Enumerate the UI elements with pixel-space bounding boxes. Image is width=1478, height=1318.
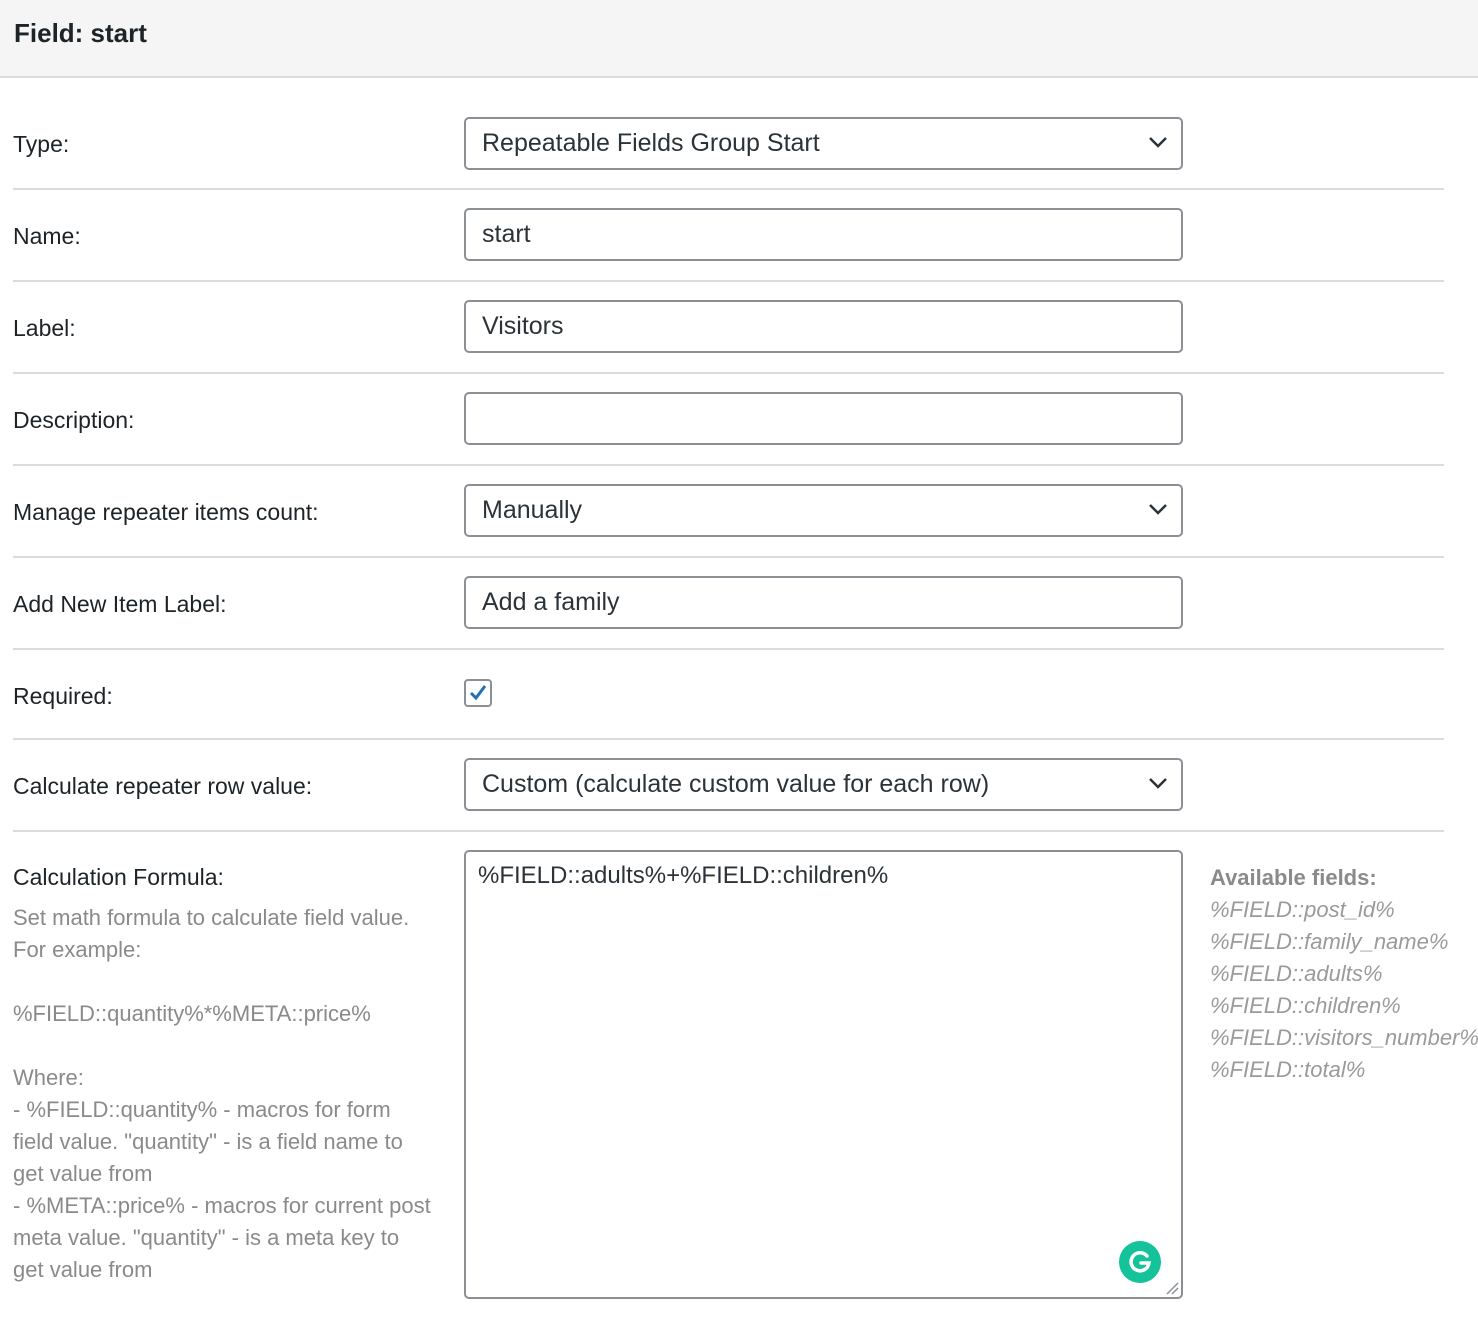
- available-field-item: %FIELD::total%: [1210, 1057, 1366, 1082]
- type-label: Type:: [13, 131, 70, 157]
- formula-desc-line: %FIELD::quantity%*%META::price%: [13, 1001, 371, 1026]
- available-field-item: %FIELD::post_id%: [1210, 897, 1395, 922]
- new-item-label-input[interactable]: Add a family: [464, 576, 1183, 629]
- label-input[interactable]: Visitors: [464, 300, 1183, 353]
- formula-desc-line: get value from: [13, 1257, 153, 1282]
- type-select-value: Repeatable Fields Group Start: [482, 129, 820, 157]
- row-description: Description:: [13, 374, 1444, 466]
- formula-desc-line: - %FIELD::quantity% - macros for form: [13, 1097, 391, 1122]
- type-select[interactable]: Repeatable Fields Group Start: [464, 117, 1183, 170]
- formula-desc-line: Set math formula to calculate field valu…: [13, 905, 410, 930]
- field-header: Field: start: [0, 0, 1478, 78]
- required-label: Required:: [13, 683, 113, 709]
- row-new-item-label: Add New Item Label: Add a family: [13, 558, 1444, 650]
- formula-label: Calculation Formula:: [13, 864, 224, 890]
- manage-count-select[interactable]: Manually: [464, 484, 1183, 537]
- chevron-down-icon: [1149, 137, 1167, 148]
- formula-description: Set math formula to calculate field valu…: [13, 902, 453, 1286]
- description-label: Description:: [13, 407, 135, 433]
- checkmark-icon: [469, 685, 487, 701]
- available-field-item: %FIELD::children%: [1210, 993, 1401, 1018]
- grammarly-icon[interactable]: [1119, 1241, 1161, 1283]
- calc-row-value: Custom (calculate custom value for each …: [482, 770, 990, 798]
- name-input[interactable]: start: [464, 208, 1183, 261]
- calc-row-select[interactable]: Custom (calculate custom value for each …: [464, 758, 1183, 811]
- available-field-item: %FIELD::family_name%: [1210, 929, 1449, 954]
- name-label: Name:: [13, 223, 81, 249]
- manage-count-label: Manage repeater items count:: [13, 499, 319, 525]
- formula-desc-line: field value. "quantity" - is a field nam…: [13, 1129, 403, 1154]
- formula-desc-line: [13, 1030, 453, 1062]
- formula-value: %FIELD::adults%+%FIELD::children%: [478, 862, 889, 889]
- field-title: Field: start: [14, 18, 147, 48]
- calc-row-label: Calculate repeater row value:: [13, 773, 313, 799]
- description-input[interactable]: [464, 392, 1183, 445]
- manage-count-value: Manually: [482, 496, 583, 524]
- row-label: Label: Visitors: [13, 282, 1444, 374]
- row-required: Required:: [13, 650, 1444, 740]
- row-manage-count: Manage repeater items count: Manually: [13, 466, 1444, 558]
- new-item-label-label: Add New Item Label:: [13, 591, 227, 617]
- chevron-down-icon: [1149, 778, 1167, 789]
- formula-desc-line: meta value. "quantity" - is a meta key t…: [13, 1225, 400, 1250]
- formula-desc-line: get value from: [13, 1161, 153, 1186]
- row-type: Type: Repeatable Fields Group Start: [13, 100, 1444, 190]
- grammarly-g-icon: [1129, 1251, 1152, 1273]
- resize-handle-icon[interactable]: [1165, 1281, 1179, 1295]
- label-label: Label:: [13, 315, 76, 341]
- formula-desc-line: - %META::price% - macros for current pos…: [13, 1193, 431, 1218]
- formula-desc-line: For example:: [13, 937, 142, 962]
- formula-textarea[interactable]: %FIELD::adults%+%FIELD::children%: [464, 850, 1183, 1299]
- row-name: Name: start: [13, 190, 1444, 282]
- row-calc-row: Calculate repeater row value: Custom (ca…: [13, 740, 1444, 832]
- available-field-item: %FIELD::visitors_number%: [1210, 1025, 1478, 1050]
- chevron-down-icon: [1149, 504, 1167, 515]
- available-field-item: %FIELD::adults%: [1210, 961, 1383, 986]
- required-checkbox[interactable]: [464, 679, 492, 707]
- formula-desc-line: Where:: [13, 1065, 84, 1090]
- formula-desc-line: [13, 966, 453, 998]
- available-fields: Available fields: %FIELD::post_id% %FIEL…: [1210, 862, 1478, 1086]
- available-fields-title: Available fields:: [1210, 865, 1377, 890]
